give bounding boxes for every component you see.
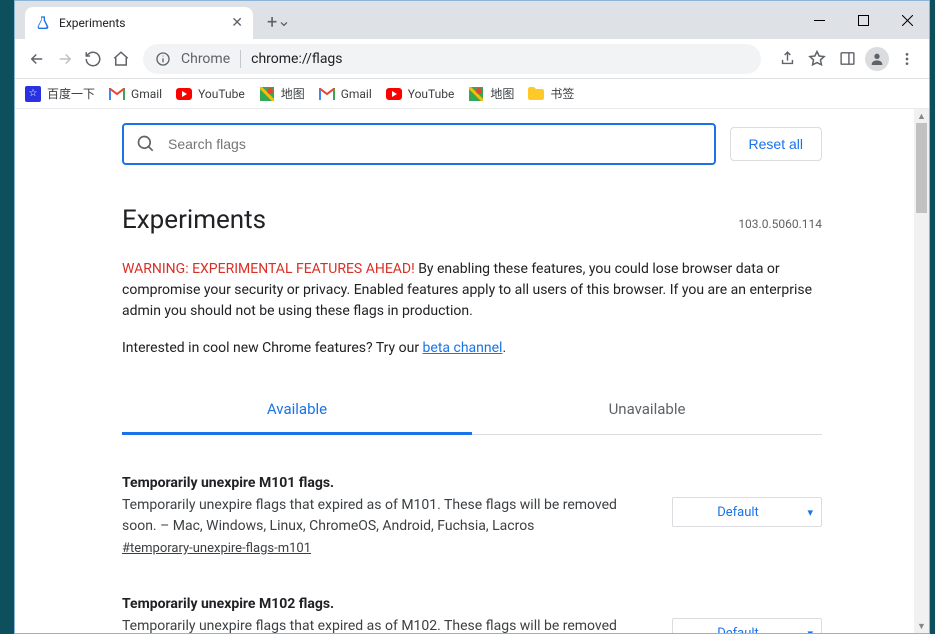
reset-all-button[interactable]: Reset all <box>730 127 822 161</box>
tab-title: Experiments <box>59 16 223 30</box>
share-icon[interactable] <box>773 45 801 73</box>
bookmark-label: 地图 <box>281 85 305 102</box>
bookmark-item[interactable]: YouTube <box>386 86 455 102</box>
search-flags-box[interactable] <box>122 123 716 165</box>
beta-channel-link[interactable]: beta channel <box>423 340 503 356</box>
window-close-button[interactable] <box>885 1 929 39</box>
reload-button[interactable] <box>79 45 107 73</box>
youtube-icon <box>386 86 402 102</box>
bookmark-star-icon[interactable] <box>803 45 831 73</box>
site-info-icon[interactable] <box>155 51 171 67</box>
url-scheme: Chrome <box>181 51 230 67</box>
bookmark-label: YouTube <box>198 87 245 101</box>
toolbar: Chrome chrome://flags <box>15 39 929 79</box>
gmail-icon <box>319 86 335 102</box>
flag-select[interactable]: Default <box>672 497 822 527</box>
maximize-button[interactable] <box>841 1 885 39</box>
new-tab-button[interactable]: + <box>267 12 277 33</box>
flags-tabs: Available Unavailable <box>122 386 822 435</box>
beta-prompt: Interested in cool new Chrome features? … <box>122 340 822 356</box>
warning-prefix: WARNING: EXPERIMENTAL FEATURES AHEAD! <box>122 261 415 277</box>
bookmark-label: Gmail <box>131 87 162 101</box>
flag-select[interactable]: Default <box>672 618 822 633</box>
scrollbar-track[interactable]: ▲ ▼ <box>914 109 929 633</box>
tab-unavailable[interactable]: Unavailable <box>472 386 822 434</box>
browser-window: Experiments ✕ + ⌄ <box>14 0 930 634</box>
bookmark-item[interactable]: 书签 <box>528 85 574 102</box>
bookmark-item[interactable]: 地图 <box>259 85 305 102</box>
titlebar: Experiments ✕ + ⌄ <box>15 1 929 39</box>
flag-item: Temporarily unexpire M101 flags. Tempora… <box>122 475 822 556</box>
bookmark-label: 百度一下 <box>47 85 95 102</box>
scrollbar-thumb[interactable] <box>916 123 927 213</box>
warning-text: WARNING: EXPERIMENTAL FEATURES AHEAD! By… <box>122 259 822 322</box>
bookmark-item[interactable]: ☆ 百度一下 <box>25 85 95 102</box>
flags-page: Reset all Experiments 103.0.5060.114 WAR… <box>122 109 822 633</box>
scroll-down-icon[interactable]: ▼ <box>914 619 929 633</box>
flask-icon <box>35 15 51 31</box>
bookmarks-bar: ☆ 百度一下 Gmail YouTube 地图 Gmail <box>15 79 929 109</box>
bookmark-label: 地图 <box>490 85 514 102</box>
flag-anchor-link[interactable]: #temporary-unexpire-flags-m101 <box>122 541 311 556</box>
bookmark-item[interactable]: 地图 <box>468 85 514 102</box>
flag-item: Temporarily unexpire M102 flags. Tempora… <box>122 596 822 633</box>
forward-button <box>51 45 79 73</box>
browser-tab[interactable]: Experiments ✕ <box>25 7 253 39</box>
gmail-icon <box>109 86 125 102</box>
version-text: 103.0.5060.114 <box>738 217 822 231</box>
window-controls <box>797 1 929 39</box>
content-area: Reset all Experiments 103.0.5060.114 WAR… <box>15 109 929 633</box>
maps-icon <box>259 86 275 102</box>
minimize-button[interactable] <box>797 1 841 39</box>
profile-avatar[interactable] <box>863 45 891 73</box>
search-icon <box>136 134 156 154</box>
side-panel-icon[interactable] <box>833 45 861 73</box>
flag-title: Temporarily unexpire M101 flags. <box>122 475 652 491</box>
youtube-icon <box>176 86 192 102</box>
tab-available[interactable]: Available <box>122 386 472 435</box>
bookmark-item[interactable]: YouTube <box>176 86 245 102</box>
bookmark-label: YouTube <box>408 87 455 101</box>
scroll-up-icon[interactable]: ▲ <box>914 109 929 123</box>
bookmark-item[interactable]: Gmail <box>109 86 162 102</box>
search-input[interactable] <box>166 135 702 153</box>
folder-icon <box>528 86 544 102</box>
flag-title: Temporarily unexpire M102 flags. <box>122 596 652 612</box>
content-scroll[interactable]: Reset all Experiments 103.0.5060.114 WAR… <box>15 109 929 633</box>
baidu-icon: ☆ <box>25 86 41 102</box>
flag-description: Temporarily unexpire flags that expired … <box>122 495 652 537</box>
tab-search-icon[interactable]: ⌄ <box>277 11 290 30</box>
close-icon[interactable]: ✕ <box>231 15 243 31</box>
maps-icon <box>468 86 484 102</box>
bookmark-label: 书签 <box>550 85 574 102</box>
cool-prefix: Interested in cool new Chrome features? … <box>122 340 423 356</box>
page-title: Experiments <box>122 205 266 235</box>
url-divider <box>240 50 241 68</box>
flag-select-value: Default <box>717 505 759 520</box>
back-button[interactable] <box>23 45 51 73</box>
app-menu-icon[interactable] <box>893 45 921 73</box>
flag-select-value: Default <box>717 626 759 634</box>
address-bar[interactable]: Chrome chrome://flags <box>143 44 761 74</box>
flag-description: Temporarily unexpire flags that expired … <box>122 616 652 633</box>
url-text: chrome://flags <box>251 51 342 67</box>
bookmark-label: Gmail <box>341 87 372 101</box>
bookmark-item[interactable]: Gmail <box>319 86 372 102</box>
home-button[interactable] <box>107 45 135 73</box>
cool-suffix: . <box>502 340 506 356</box>
